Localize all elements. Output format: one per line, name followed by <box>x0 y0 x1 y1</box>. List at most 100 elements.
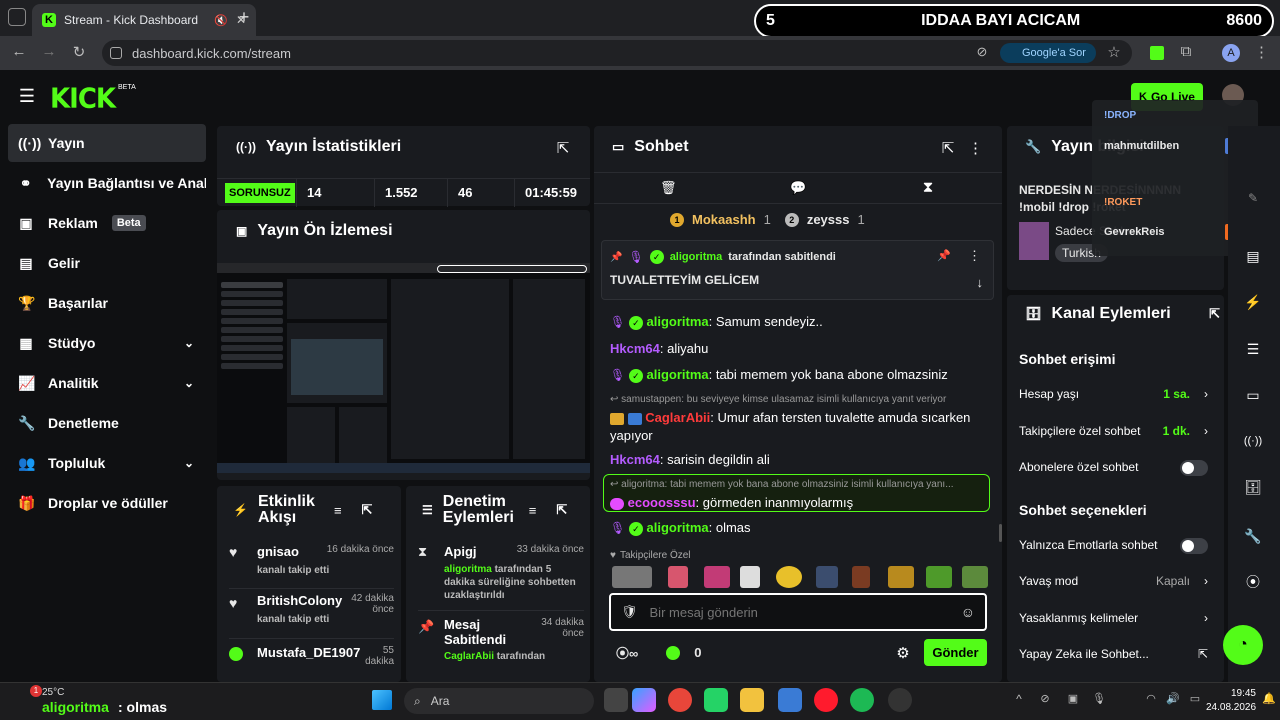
sidebar-item-studio[interactable]: ▦ Stüdyo ⌄ <box>8 324 206 362</box>
chat-message[interactable]: Hkcm64: sarisin degildin ali <box>610 451 770 469</box>
new-tab-icon[interactable]: + <box>236 7 252 28</box>
sidebar-item-achievements[interactable]: 🏆 Başarılar <box>8 284 206 322</box>
popout-icon[interactable]: ⇱ <box>1209 306 1220 322</box>
spotify-icon[interactable] <box>850 688 874 712</box>
chat-input-box[interactable]: 🛡 ☺ <box>609 593 987 631</box>
taskbar-search[interactable]: ⌕ Ara <box>404 688 594 714</box>
popout-icon[interactable]: ⇱ <box>555 139 571 157</box>
obs-icon[interactable] <box>888 688 912 712</box>
pinned-message[interactable]: 📌 🎙 ✓ aligoritma tarafından sabitlendi T… <box>601 240 994 300</box>
ai-chat-row[interactable]: Yapay Zeka ile Sohbet... ⇱ <box>1019 647 1214 661</box>
chat-input[interactable] <box>649 604 949 620</box>
chat-username[interactable]: aligoritma <box>646 367 708 382</box>
emote-2[interactable] <box>668 566 688 588</box>
battery-icon[interactable]: ▭ <box>1188 692 1202 705</box>
profile-avatar[interactable]: A <box>1222 44 1240 62</box>
sidebar-item-drops[interactable]: 🎁 Droplar ve ödüller <box>8 484 206 522</box>
chat-message[interactable]: Hkcm64: aliyahu <box>610 340 708 358</box>
chat-username[interactable]: CaglarAbii <box>645 410 710 425</box>
clock[interactable]: 19:45 24.08.2026 <box>1206 687 1256 715</box>
sidebar-item-moderation[interactable]: 🔧 Denetleme <box>8 404 206 442</box>
emote-only-toggle[interactable] <box>1180 538 1208 554</box>
browser-menu-icon[interactable]: ⋮ <box>1254 43 1269 61</box>
reload-icon[interactable]: ↻ <box>70 43 88 61</box>
eye-off-icon[interactable]: ⊘ <box>974 44 990 60</box>
rail-wrench-icon[interactable]: 🔧 <box>1233 518 1273 554</box>
kick-logo[interactable]: KICK <box>50 83 116 115</box>
sidebar-item-yayin[interactable]: ((·)) Yayın <box>8 124 206 162</box>
chat-settings-icon[interactable]: ⚙ <box>894 644 912 662</box>
taskview-icon[interactable] <box>604 688 628 712</box>
followers-only-row[interactable]: Takipçilere özel sohbet 1 dk. › <box>1019 424 1214 438</box>
chat-username[interactable]: ecooosssu <box>628 495 696 510</box>
emote-3[interactable] <box>704 566 730 588</box>
emote-8[interactable] <box>888 566 914 588</box>
emote-6[interactable] <box>816 566 838 588</box>
chat-message[interactable]: 🎙 ✓ aligoritma: olmas <box>610 519 751 537</box>
subs-only-toggle[interactable] <box>1180 460 1208 476</box>
rail-broadcast-icon[interactable]: ((·)) <box>1233 423 1273 459</box>
chat-username[interactable]: Hkcm64 <box>610 452 660 467</box>
hourglass-icon[interactable]: ⧗ <box>920 179 936 196</box>
forward-icon[interactable]: → <box>40 43 58 60</box>
rail-chat-icon[interactable]: ▭ <box>1233 377 1273 413</box>
site-info-icon[interactable] <box>110 47 122 59</box>
popout-icon[interactable]: ⇱ <box>556 502 567 518</box>
emote-1[interactable] <box>612 566 652 588</box>
sidebar-item-community[interactable]: 👥 Topluluk ⌄ <box>8 444 206 482</box>
account-age-row[interactable]: Hesap yaşı 1 sa. › <box>1019 387 1214 401</box>
volume-icon[interactable]: 🔊 <box>1166 692 1180 705</box>
windows-start-icon[interactable] <box>372 690 392 710</box>
chat-message[interactable]: ↩ samustappen: bu seviyeye kimse ulasama… <box>610 391 980 445</box>
tray-icon-2[interactable]: ▣ <box>1066 692 1080 705</box>
filter-icon[interactable]: ≡ <box>334 503 342 518</box>
wifi-icon[interactable]: ◠ <box>1144 692 1158 705</box>
chat-message[interactable]: 🎙 ✓ aligoritma: tabi memem yok bana abon… <box>610 366 948 384</box>
expand-arrow-icon[interactable]: ↓ <box>977 275 984 290</box>
store-icon[interactable] <box>778 688 802 712</box>
emote-10[interactable] <box>962 566 988 588</box>
extension-icon[interactable] <box>1150 46 1164 60</box>
rail-actions-icon[interactable]: 🗄 <box>1233 469 1273 505</box>
chat-username[interactable]: aligoritma <box>646 314 708 329</box>
send-button[interactable]: Gönder <box>924 639 987 666</box>
sidebar-item-ads[interactable]: ▣ Reklam Beta <box>8 204 206 242</box>
tray-icon-1[interactable]: ⊘ <box>1038 692 1052 705</box>
rail-chart-icon[interactable]: ▤ <box>1233 238 1273 274</box>
tab-list-icon[interactable] <box>8 8 26 26</box>
rail-community-icon[interactable]: ⦿ <box>1233 564 1273 600</box>
emote-4[interactable] <box>740 566 760 588</box>
sidebar-item-revenue[interactable]: ▤ Gelir <box>8 244 206 282</box>
emoji-icon[interactable]: ☺ <box>961 604 975 620</box>
subs-only-row[interactable]: Abonelere özel sohbet <box>1019 460 1214 476</box>
chrome-icon[interactable] <box>668 688 692 712</box>
rail-bolt-icon[interactable]: ⚡ <box>1233 284 1273 320</box>
browser-tab[interactable]: K Stream - Kick Dashboard 🔇 ✕ <box>32 4 256 36</box>
rail-list-icon[interactable]: ☰ <box>1233 331 1273 367</box>
chat-username[interactable]: Hkcm64 <box>610 341 660 356</box>
back-icon[interactable]: ← <box>10 43 28 60</box>
stats-icon[interactable]: ⦿∞ <box>616 643 638 662</box>
microphone-icon[interactable]: 🎙 <box>1092 692 1106 705</box>
sidebar-item-connection[interactable]: ⚭ Yayın Bağlantısı ve Anahtarı <box>8 164 206 202</box>
banned-words-row[interactable]: Yasaklanmış kelimeler › <box>1019 611 1214 625</box>
mute-icon[interactable]: 🔇 <box>214 14 228 27</box>
copilot-icon[interactable] <box>632 688 656 712</box>
chat-username[interactable]: aligoritma <box>646 520 708 535</box>
filter-icon[interactable]: ≡ <box>529 503 537 518</box>
emote-9[interactable] <box>926 566 952 588</box>
shield-icon[interactable]: 🛡 <box>621 604 638 620</box>
extensions-puzzle-icon[interactable]: ⧉ <box>1178 43 1194 60</box>
notifications-icon[interactable]: 🔔 <box>1262 692 1276 705</box>
unpin-icon[interactable]: 📌 <box>937 249 951 262</box>
trash-icon[interactable]: 🗑 <box>660 180 677 196</box>
bookmark-star-icon[interactable]: ☆ <box>1106 43 1122 61</box>
whatsapp-icon[interactable] <box>704 688 728 712</box>
popout-icon[interactable]: ⇱ <box>362 502 373 518</box>
emote-5[interactable] <box>776 566 802 588</box>
slow-mode-row[interactable]: Yavaş mod Kapalı › <box>1019 574 1214 588</box>
sidebar-item-analytics[interactable]: 📈 Analitik ⌄ <box>8 364 206 402</box>
emote-only-row[interactable]: Yalnızca Emotlarla sohbet <box>1019 538 1214 554</box>
emote-7[interactable] <box>852 566 870 588</box>
chat-tab-icon[interactable]: 💬 <box>790 180 806 196</box>
